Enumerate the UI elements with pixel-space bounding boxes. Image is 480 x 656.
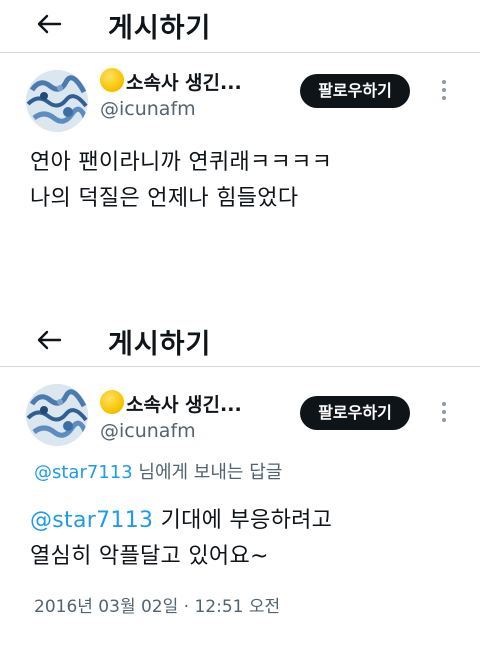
author-display-name[interactable]: 소속사 생긴... xyxy=(126,390,242,417)
tweet-text-line-1: 연아 팬이라니까 연퀴래ㅋㅋㅋㅋ xyxy=(30,150,333,175)
reply-suffix: 님에게 보내는 답글 xyxy=(132,462,283,483)
back-arrow-icon[interactable] xyxy=(36,14,62,34)
page-title: 게시하기 xyxy=(108,13,212,44)
tweet-text-line-2: 나의 덕질은 언제나 힘들었다 xyxy=(30,186,299,211)
avatar[interactable] xyxy=(26,384,88,446)
sun-emoji-icon xyxy=(100,68,124,92)
tweet-text-line-1: @star7113 기대에 부응하려고 xyxy=(30,502,332,534)
avatar[interactable] xyxy=(26,70,88,132)
reply-mention-link[interactable]: @star7113 xyxy=(34,462,133,483)
author-display-name[interactable]: 소속사 생긴... xyxy=(126,68,242,95)
author-handle[interactable]: @icunafm xyxy=(100,98,196,120)
top-bar: 게시하기 xyxy=(0,312,480,364)
tweet-screen-1: 게시하기 소속사 생긴... @icunafm 팔로우하기 연아 팬이라니까 연… xyxy=(0,0,480,280)
tweet-screen-2: 게시하기 소속사 생긴... @icunafm 팔로우하기 @star7113 … xyxy=(0,312,480,656)
author-handle[interactable]: @icunafm xyxy=(100,420,196,442)
header-divider xyxy=(0,366,480,367)
follow-button[interactable]: 팔로우하기 xyxy=(300,74,410,108)
follow-button[interactable]: 팔로우하기 xyxy=(300,396,410,430)
tweet-mention-link[interactable]: @star7113 xyxy=(30,508,153,533)
header-divider xyxy=(0,52,480,53)
tweet-line-1-rest: 기대에 부응하려고 xyxy=(153,508,333,533)
reply-context: @star7113 님에게 보내는 답글 xyxy=(34,458,282,484)
more-options-icon[interactable] xyxy=(441,80,447,102)
tweet-text-line-2: 열심히 악플달고 있어요~ xyxy=(30,544,269,569)
back-arrow-icon[interactable] xyxy=(36,330,62,350)
more-options-icon[interactable] xyxy=(441,402,447,424)
page-title: 게시하기 xyxy=(108,329,212,360)
sun-emoji-icon xyxy=(100,390,124,414)
tweet-timestamp[interactable]: 2016년 03월 02일 · 12:51 오전 xyxy=(34,592,280,617)
top-bar: 게시하기 xyxy=(0,0,480,52)
